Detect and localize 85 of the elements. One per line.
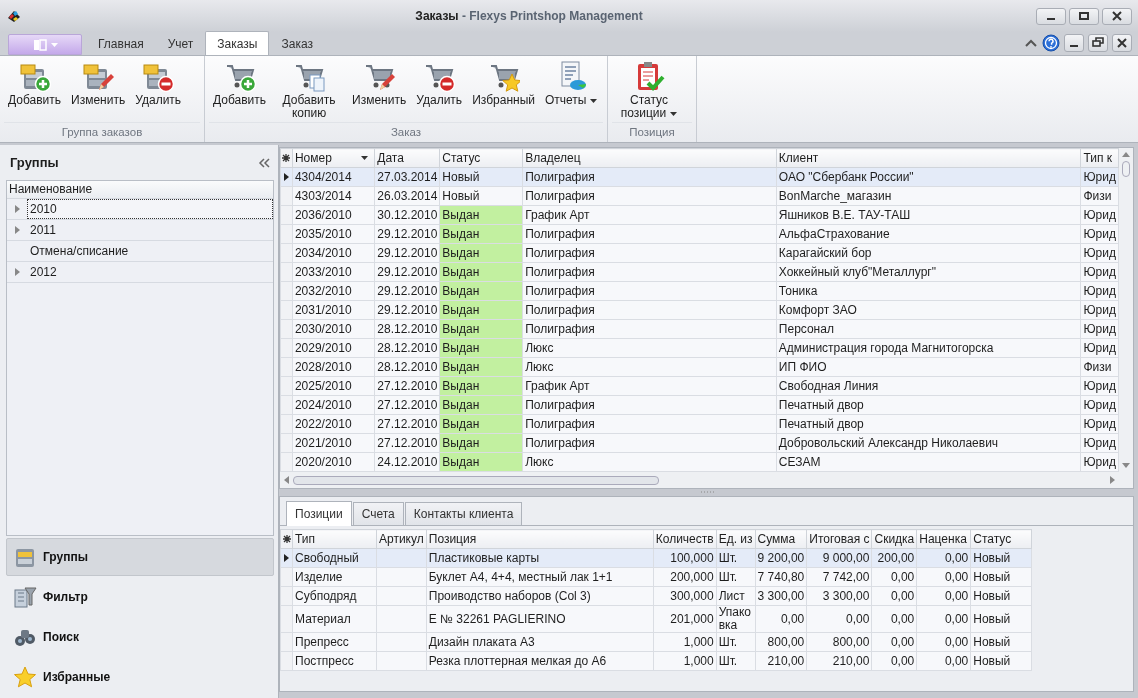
column-header[interactable]: Наценка: [916, 529, 971, 549]
group-label: Позиция: [612, 122, 692, 142]
column-header[interactable]: Владелец: [522, 148, 777, 168]
column-header[interactable]: Дата: [374, 148, 440, 168]
ribbon-button[interactable]: Статус позиции: [612, 58, 686, 122]
column-header[interactable]: Наименование: [7, 181, 273, 199]
column-header[interactable]: Статус: [970, 529, 1032, 549]
tree-item[interactable]: Отмена/списание: [27, 241, 273, 261]
star-icon: [13, 665, 37, 689]
sort-icon: [361, 156, 369, 160]
filter-icon: [13, 585, 37, 609]
splitter-grip-icon[interactable]: [699, 491, 714, 494]
column-header[interactable]: Количеств: [653, 529, 717, 549]
tree-item[interactable]: 2011: [27, 220, 273, 240]
scroll-left-icon[interactable]: [284, 476, 289, 484]
table-cell: Материал: [292, 605, 377, 633]
ribbon-button[interactable]: Удалить: [412, 58, 467, 109]
navigation-item[interactable]: Поиск: [6, 618, 274, 656]
caret-icon: [50, 42, 58, 47]
help-icon[interactable]: [1042, 34, 1060, 52]
app-menu-button[interactable]: [8, 34, 82, 55]
ribbon-button[interactable]: Избранный: [468, 58, 539, 109]
maximize-icon[interactable]: [1069, 7, 1099, 25]
navigation-item[interactable]: Группы: [6, 538, 274, 576]
ribbon-tab[interactable]: Заказ: [269, 32, 325, 55]
column-header[interactable]: Артикул: [376, 529, 427, 549]
column-header[interactable]: Статус: [439, 148, 523, 168]
column-header[interactable]: Номер: [292, 148, 375, 168]
tab[interactable]: Счета: [352, 502, 404, 525]
collapse-ribbon-icon[interactable]: [1024, 37, 1038, 49]
group-label: Заказ: [209, 122, 603, 142]
column-header[interactable]: Клиент: [776, 148, 1081, 168]
navigation-item[interactable]: Фильтр: [6, 578, 274, 616]
app-logo-icon: [6, 8, 22, 24]
ribbon-tab[interactable]: Заказы: [205, 31, 270, 55]
column-header[interactable]: Позиция: [426, 529, 654, 549]
minimize-icon[interactable]: [1036, 7, 1066, 25]
column-header[interactable]: Ед. из: [716, 529, 756, 549]
table-cell: Полиграфия: [522, 186, 777, 206]
tree-item[interactable]: 2010: [27, 199, 273, 219]
new-row-icon[interactable]: [282, 154, 291, 162]
scroll-down-icon[interactable]: [1122, 463, 1130, 468]
collapse-icon[interactable]: [258, 157, 270, 168]
group-label: Группа заказов: [4, 122, 200, 142]
book-icon: [32, 38, 47, 51]
column-header[interactable]: Сумма: [755, 529, 807, 549]
close-icon[interactable]: [1102, 7, 1132, 25]
window-title: Заказы - Flexys Printshop Management: [414, 9, 644, 23]
ribbon-button[interactable]: Добавить: [209, 58, 271, 109]
column-header[interactable]: Скидка: [871, 529, 917, 549]
close-icon[interactable]: [1112, 34, 1132, 52]
table-cell: 26.03.2014: [374, 186, 440, 206]
row-pointer-icon: [284, 554, 289, 562]
ribbon-button[interactable]: Изменить: [67, 58, 130, 109]
ribbon-button[interactable]: Изменить: [348, 58, 411, 109]
tree-item[interactable]: 2012: [27, 262, 273, 282]
table-cell: Физи: [1080, 186, 1119, 206]
navigation-item[interactable]: Избранные: [6, 658, 274, 696]
expand-icon[interactable]: [14, 226, 20, 234]
scroll-up-icon[interactable]: [1122, 152, 1130, 157]
row-pointer-icon: [283, 173, 289, 181]
tab[interactable]: Контакты клиента: [404, 502, 523, 525]
table-cell: Новый: [439, 186, 523, 206]
scroll-right-icon[interactable]: [1110, 476, 1115, 484]
ribbon-tab[interactable]: Учет: [155, 32, 206, 55]
column-header[interactable]: Тип к: [1080, 148, 1119, 168]
column-header[interactable]: Итоговая с: [806, 529, 872, 549]
panel-title: Группы: [10, 155, 60, 170]
table-cell: 4303/2014: [292, 186, 375, 206]
minimize-icon[interactable]: [1064, 34, 1084, 52]
new-row-icon[interactable]: [282, 535, 291, 543]
column-header[interactable]: Тип: [292, 529, 377, 549]
ribbon-button[interactable]: Добавить: [4, 58, 66, 109]
table-cell: Е № 32261 PAGLIERINO: [426, 605, 654, 633]
table-cell: BonMarche_магазин: [776, 186, 1081, 206]
ribbon-button[interactable]: Удалить: [131, 58, 186, 109]
tab[interactable]: Позиции: [286, 501, 352, 526]
expand-icon[interactable]: [14, 205, 20, 213]
table-cell: 0,00: [806, 605, 872, 633]
ribbon-button[interactable]: Добавить копию: [272, 58, 347, 122]
restore-icon[interactable]: [1088, 34, 1108, 52]
scrollbar-thumb[interactable]: [293, 475, 659, 485]
ribbon-button[interactable]: Отчеты: [541, 58, 602, 109]
expand-icon[interactable]: [14, 268, 20, 276]
ribbon-tab[interactable]: Главная: [86, 32, 156, 55]
